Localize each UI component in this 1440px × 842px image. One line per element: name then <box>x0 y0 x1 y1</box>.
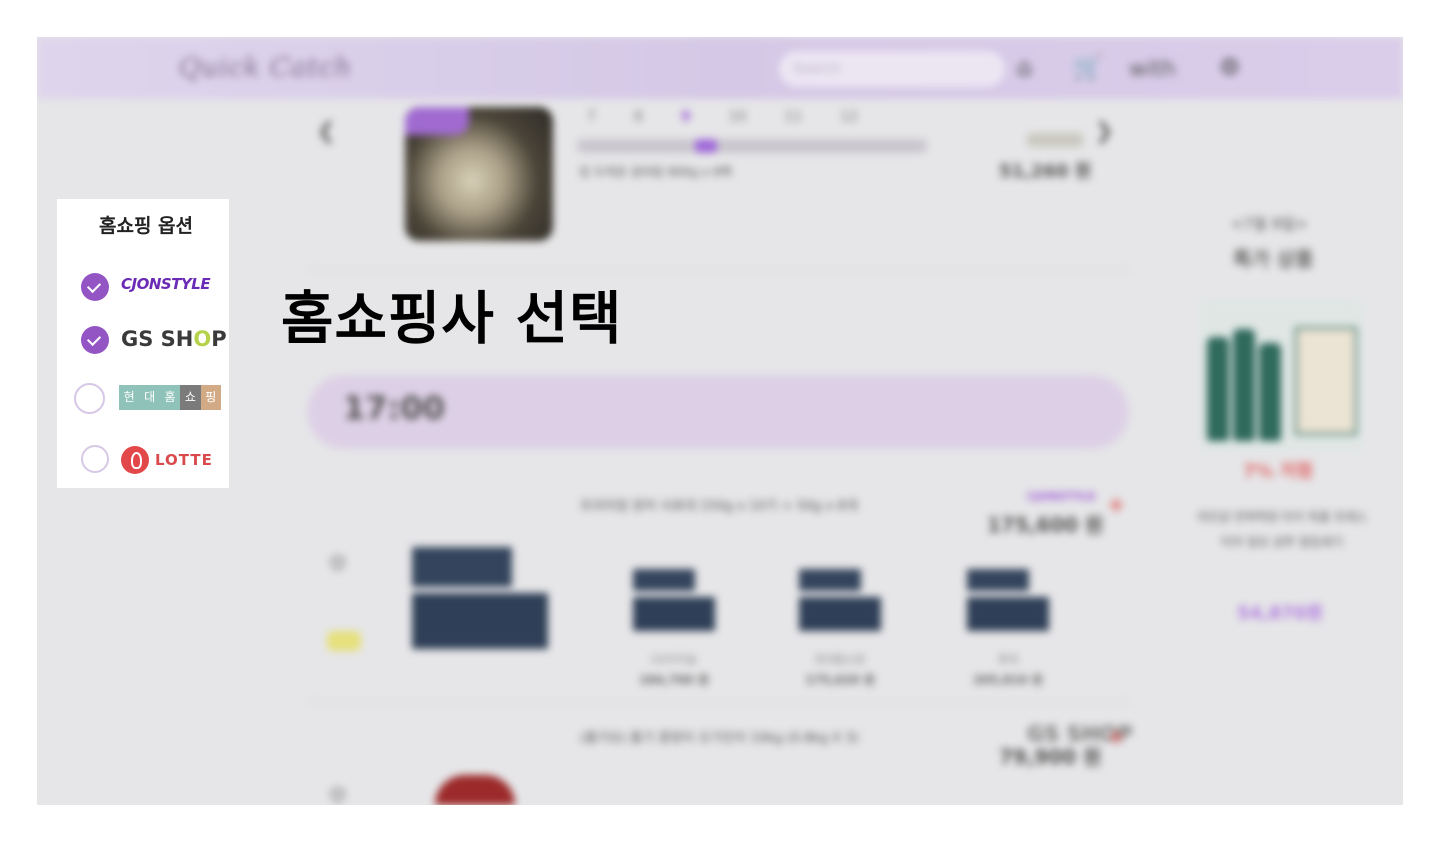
date-selector: 7 8 9 10 11 12 <box>587 109 858 125</box>
cjonstyle-logo[interactable]: CJONSTYLE <box>121 275 211 293</box>
lotte-checkbox[interactable] <box>81 445 109 473</box>
logo[interactable]: Quick Catch <box>179 53 352 83</box>
add-icon[interactable]: + <box>1107 725 1125 750</box>
top-header: Quick Catch Search ⌂ 🛒 with ⚙ <box>37 37 1403 99</box>
divider <box>307 269 1129 271</box>
variant-image[interactable] <box>799 569 883 633</box>
special-title: 특가 상품 <box>1233 247 1314 271</box>
variant-price: 175,620 원 <box>805 673 875 687</box>
logo-char: 핑 <box>200 385 222 410</box>
carousel-product-image[interactable] <box>405 107 553 241</box>
product-title[interactable]: (홈가요) 홈기 콩양이 오기인이 10kg (0.8kg X 3) <box>580 727 859 746</box>
date-progress-bar <box>577 139 927 153</box>
date-tab[interactable]: 8 <box>634 109 643 125</box>
add-icon[interactable]: + <box>1107 493 1125 518</box>
date-tab[interactable]: 11 <box>784 109 802 125</box>
app-window: Quick Catch Search ⌂ 🛒 with ⚙ ❮ 7 8 9 10… <box>37 37 1403 805</box>
lotte-mark-icon <box>121 446 149 474</box>
date-tab-active[interactable]: 9 <box>681 109 691 125</box>
home-icon[interactable]: ⌂ <box>1017 53 1032 81</box>
brand-tag <box>1027 133 1083 147</box>
variant-label: GS아이숍 <box>651 653 697 666</box>
logo-char: 홈 <box>159 385 181 410</box>
variant-price: 205,810 원 <box>973 673 1043 687</box>
logo-char: 현 <box>119 385 140 410</box>
date-tab[interactable]: 7 <box>587 109 596 125</box>
cjonstyle-checkbox[interactable] <box>81 273 109 301</box>
carousel-prev-icon[interactable]: ❮ <box>317 119 335 144</box>
special-date: <7월 9일> <box>1231 215 1308 233</box>
carousel-next-icon[interactable]: ❯ <box>1095 119 1113 144</box>
date-progress-highlight <box>695 139 717 153</box>
variant-price: 184,700 원 <box>639 673 709 687</box>
lotte-logo[interactable]: LOTTE <box>121 446 213 474</box>
with-link[interactable]: with <box>1129 57 1176 82</box>
time-slot-label: 17:00 <box>343 389 445 427</box>
product-badge <box>405 107 469 135</box>
bell-icon[interactable]: ⎊ <box>329 783 347 805</box>
special-price: 54,870원 <box>1237 603 1324 624</box>
product-brand-tag: CJONSTYLE <box>1027 490 1096 503</box>
special-discount: 7% 저렴 <box>1243 461 1313 482</box>
overlay-title: 홈쇼핑사 선택 <box>281 286 623 352</box>
special-product-image[interactable] <box>1199 299 1363 451</box>
blurred-background-page: Quick Catch Search ⌂ 🛒 with ⚙ ❮ 7 8 9 10… <box>37 37 1403 805</box>
variant-label: 롯데 <box>997 653 1019 666</box>
cart-icon[interactable]: 🛒 <box>1073 53 1103 81</box>
carousel-price: 51,260 원 <box>999 161 1092 182</box>
date-tab[interactable]: 10 <box>729 109 747 125</box>
gsshop-logo[interactable]: GS SHOP <box>121 327 227 351</box>
variant-image[interactable] <box>633 569 717 633</box>
product-image[interactable] <box>435 775 515 805</box>
product-price: 175,600 원 <box>987 513 1104 537</box>
product-price: 79,900 원 <box>999 745 1102 769</box>
option-panel-title: 홈쇼핑 옵션 <box>99 215 194 237</box>
search-input[interactable]: Search <box>779 51 1005 87</box>
logo-char: 대 <box>139 385 160 410</box>
gsshop-logo-o: O <box>193 327 212 351</box>
lotte-logo-text: LOTTE <box>155 451 213 469</box>
tag-badge <box>327 631 361 651</box>
product-title[interactable]: 프리미엄 장어 사료대 150g x 10기 + 50g x 8개 <box>580 495 858 514</box>
variant-label: 현대홈쇼핑 <box>814 653 866 666</box>
variant-image[interactable] <box>967 569 1051 633</box>
logo-char: 쇼 <box>180 385 201 410</box>
special-description[interactable]: 라인샵 전략학원 타이 독플 프레스터어 일모 샴푸 일입세기 <box>1197 505 1367 555</box>
divider <box>307 701 1129 703</box>
hyundai-logo[interactable]: 현 대 홈 쇼 핑 <box>119 385 222 410</box>
hyundai-checkbox[interactable] <box>74 383 105 414</box>
bell-icon[interactable]: ⎊ <box>329 551 347 576</box>
carousel-product-name[interactable]: 징 두꺼운 갈비탕 800g x 8팩 <box>579 163 732 180</box>
product-image[interactable] <box>412 547 550 649</box>
date-tab[interactable]: 12 <box>840 109 858 125</box>
homeshopping-option-panel: 홈쇼핑 옵션 CJONSTYLE GS SHOP 현 대 홈 쇼 핑 LOTTE <box>57 199 229 488</box>
settings-icon[interactable]: ⚙ <box>1219 53 1241 81</box>
time-slot-bar: 17:00 <box>307 375 1129 449</box>
gsshop-checkbox[interactable] <box>81 326 109 354</box>
